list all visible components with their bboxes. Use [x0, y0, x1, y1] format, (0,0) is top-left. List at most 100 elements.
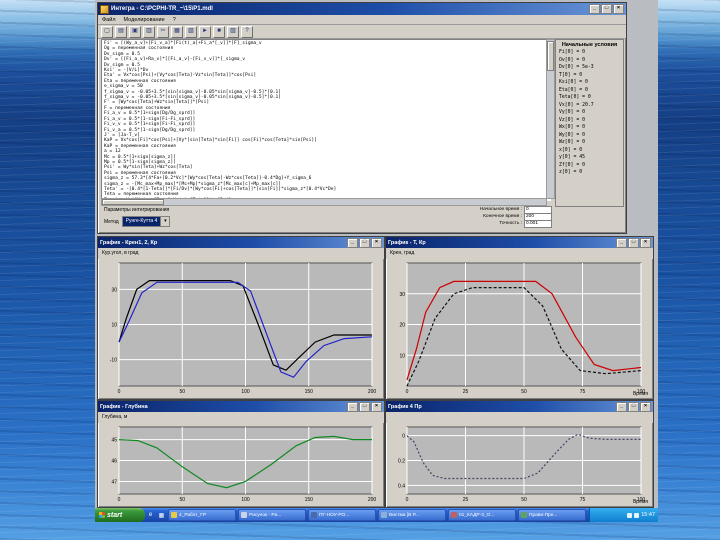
close-button[interactable]: ×	[371, 401, 382, 412]
close-button[interactable]: ×	[640, 401, 651, 412]
copy-icon[interactable]: ▦	[171, 25, 183, 38]
paste-icon[interactable]: ▧	[185, 25, 197, 38]
model-equations-editor[interactable]: Fi' = [(Wy_a_v]+[Fi_v_a]*[Fi(t)_a]+Fi_a*…	[101, 39, 551, 201]
chart3-title: График - Глубина	[100, 403, 148, 410]
chart2-title: График - T, Кр	[388, 239, 426, 246]
chart2-title-bar[interactable]: График - T, Кр _ □ ×	[386, 237, 653, 248]
task-button-label: Вистма [В Р...	[389, 512, 419, 518]
chart3-plot: 0 50 100 150 200 45 46 47	[99, 423, 381, 505]
minimize-button[interactable]: _	[347, 237, 358, 248]
param-field-label: Начальное время :	[479, 207, 522, 212]
y-tick-label: 45	[111, 438, 117, 444]
initial-condition-item: Wz[0] = 0	[559, 140, 585, 145]
y-tick-label: -10	[110, 358, 117, 364]
taskbar: start e ▦ 4_Работ_ГР Рисунок - Pa... ПГ-НОУ…	[95, 508, 658, 522]
initial-condition-item: Ov[0] = 0	[559, 57, 585, 63]
initial-condition-item: Vz[0] = 0	[559, 117, 585, 123]
initial-conditions-title: Начальные условия	[561, 42, 618, 48]
chart2-y-axis-label: Крен, град	[386, 248, 653, 259]
run-icon[interactable]: ►	[199, 25, 211, 38]
initial-condition-item: y[0] = 45	[559, 155, 585, 160]
maximize-button[interactable]: □	[359, 401, 370, 412]
print-icon[interactable]: ▥	[143, 25, 155, 38]
integration-params-caption: Параметры интегрирования	[104, 207, 170, 213]
task-window-icon	[171, 512, 177, 518]
volume-icon[interactable]	[627, 512, 633, 518]
save-icon[interactable]: ▣	[129, 25, 141, 38]
maximize-button[interactable]: □	[601, 4, 612, 14]
chart4-title-bar[interactable]: График 4 Пр _ □ ×	[386, 401, 653, 412]
x-tick-label: 0	[406, 497, 409, 503]
chart1-title-bar[interactable]: График - Крен1, 2, Кр _ □ ×	[98, 237, 384, 248]
task-buttons-area: 4_Работ_ГР Рисунок - Pa... ПГ-НОУ-РО... Вис…	[167, 508, 589, 522]
stop-icon[interactable]: ■	[213, 25, 225, 38]
minimize-button[interactable]: _	[589, 4, 600, 14]
method-dropdown[interactable]: Рунге-Кутта 4 ▾	[121, 216, 171, 227]
start-button[interactable]: start	[95, 508, 145, 522]
task-button-label: 4_Работ_ГР	[179, 512, 207, 518]
toolbar: ▢ ▤ ▣ ▥ ✂ ▦ ▧ ► ■ ▨?	[98, 25, 626, 39]
x-tick-label: 50	[521, 497, 527, 503]
task-button-label: ПГ-НОУ-РО...	[319, 512, 350, 518]
maximize-button[interactable]: □	[628, 237, 639, 248]
taskbar-button[interactable]: ПГ-НОУ-РО...	[308, 509, 376, 521]
clock[interactable]: 15:47	[641, 512, 655, 518]
y-tick-label: 0.4	[398, 483, 405, 489]
maximize-button[interactable]: □	[628, 401, 639, 412]
network-icon[interactable]	[634, 512, 640, 518]
initial-condition-item: Ksi[0] = 0	[559, 80, 588, 85]
taskbar-button[interactable]: Прави-Пре...	[518, 509, 586, 521]
taskbar-button[interactable]: 4_Работ_ГР	[168, 509, 236, 521]
chart-window-4: График 4 Пр _ □ × 0 25 50 75 100 0 0.2 0.4 Время	[385, 400, 654, 508]
cut-icon[interactable]: ✂	[157, 25, 169, 38]
y-tick-label: 10	[399, 353, 405, 359]
main-title-bar[interactable]: Интегра - C:\PCPHI-TR_~\15\P1.mdl _ □ ×	[98, 3, 626, 15]
chart3-title-bar[interactable]: График - Глубина _ □ ×	[98, 401, 384, 412]
x-tick-label: 50	[179, 497, 185, 503]
chevron-down-icon[interactable]: ▾	[160, 217, 170, 226]
main-window: Интегра - C:\PCPHI-TR_~\15\P1.mdl _ □ × …	[97, 2, 627, 234]
method-selected-value: Рунге-Кутта 4	[122, 217, 161, 226]
scrollbar-thumb[interactable]	[547, 41, 554, 71]
open-folder-icon[interactable]: ▤	[115, 25, 127, 38]
chart-icon[interactable]: ▨	[227, 25, 239, 38]
taskbar-button[interactable]: Вистма [В Р...	[378, 509, 446, 521]
editor-horizontal-scrollbar[interactable]	[101, 198, 547, 206]
minimize-button[interactable]: _	[616, 237, 627, 248]
close-button[interactable]: ×	[371, 237, 382, 248]
x-tick-label: 200	[368, 389, 377, 395]
scrollbar-thumb[interactable]	[102, 199, 164, 205]
initial-condition-item: Dv[0] = 5e-3	[559, 65, 594, 70]
minimize-button[interactable]: _	[347, 401, 358, 412]
help-icon[interactable]: ?	[241, 25, 253, 38]
show-desktop-icon[interactable]: ▦	[156, 508, 167, 522]
y-tick-label: 0.2	[398, 459, 405, 465]
taskbar-button[interactable]: 01_КАДР-3_О...	[448, 509, 516, 521]
y-tick-label: 30	[399, 292, 405, 298]
minimize-button[interactable]: _	[616, 401, 627, 412]
taskbar-button[interactable]: Рисунок - Pa...	[238, 509, 306, 521]
close-button[interactable]: ×	[640, 237, 651, 248]
x-tick-label: 0	[118, 389, 121, 395]
chart-window-3: График - Глубина _ □ × Глубина, м 0 50 100 15…	[97, 400, 385, 508]
initial-condition-item: Eta[0] = 0	[559, 87, 588, 93]
y-tick-label: 47	[111, 479, 117, 485]
task-button-label: Рисунок - Pa...	[249, 512, 282, 518]
new-file-icon[interactable]: ▢	[101, 25, 113, 38]
x-tick-label: 100	[241, 497, 250, 503]
y-tick-label: 30	[111, 287, 117, 293]
embedded-screenshot: Интегра - C:\PCPHI-TR_~\15\P1.mdl _ □ × …	[95, 0, 658, 522]
close-button[interactable]: ×	[613, 4, 624, 14]
menu-item-?[interactable]: ?	[173, 17, 176, 23]
menu-item-Моделирование[interactable]: Моделирование	[124, 17, 165, 23]
initial-condition-item: Teta[0] = 0	[559, 95, 591, 100]
y-tick-label: 20	[399, 323, 405, 329]
param-field-value[interactable]: 0.001	[524, 219, 552, 228]
chart1-plot: 0 50 100 150 200 30 10 -10	[99, 259, 381, 397]
menu-item-Файл[interactable]: Файл	[102, 17, 116, 23]
ie-icon[interactable]: e	[145, 508, 156, 522]
quick-launch-area: e ▦	[145, 508, 167, 522]
editor-vertical-scrollbar[interactable]	[546, 39, 555, 199]
initial-condition-item: Zf[0] = 0	[559, 162, 585, 168]
maximize-button[interactable]: □	[359, 237, 370, 248]
